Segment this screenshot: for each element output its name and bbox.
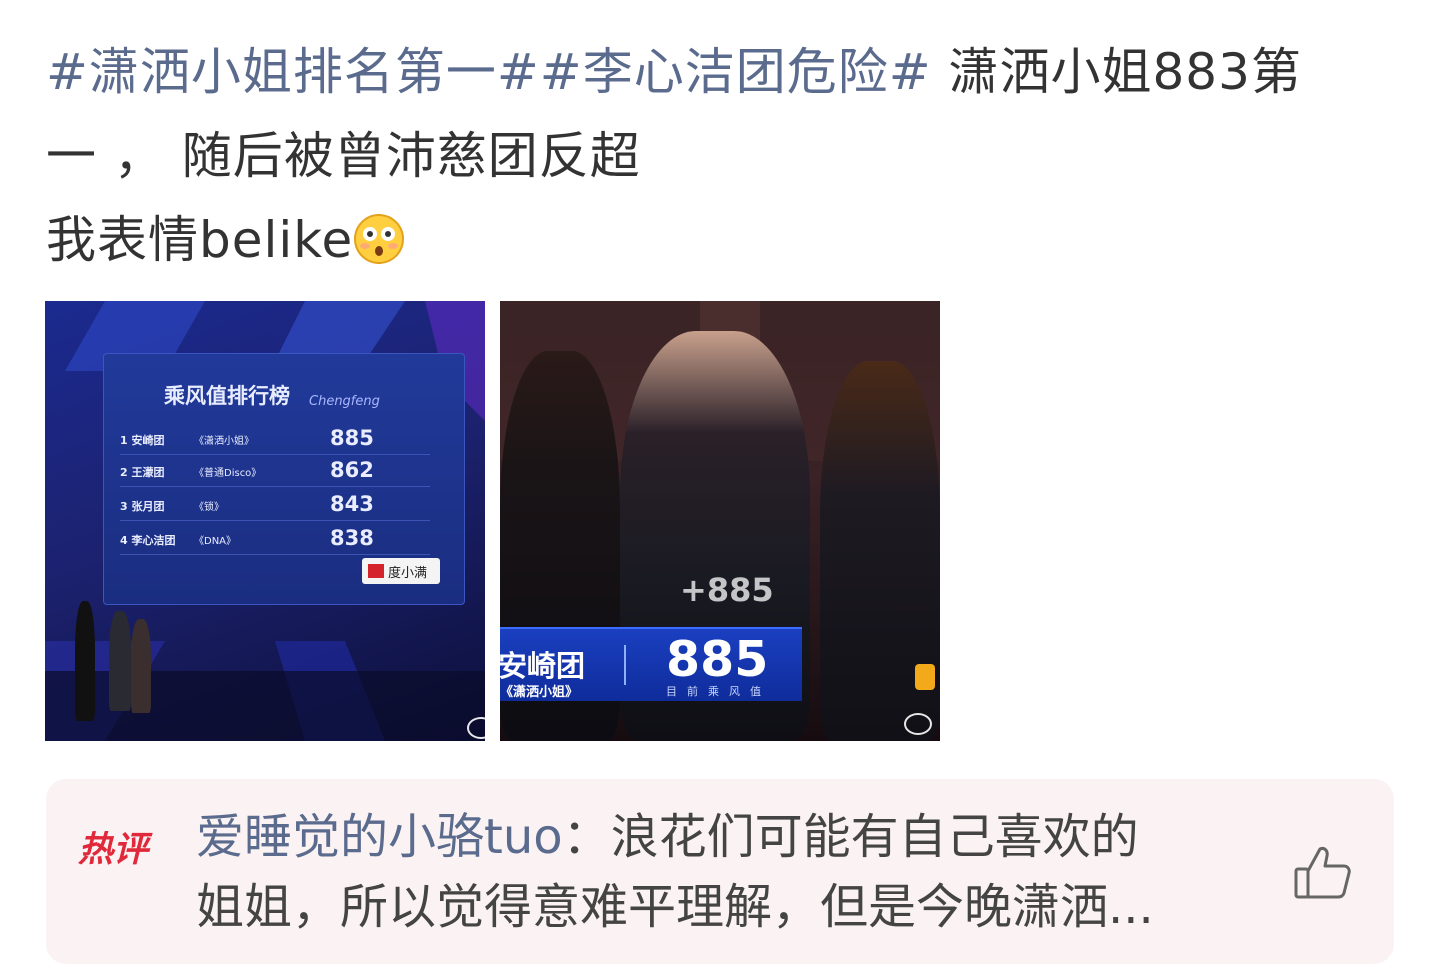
performer-silhouette <box>131 619 151 713</box>
post-image-stage[interactable]: +885 安崎团 《潇洒小姐》 885 目前乘风值 <box>500 301 940 741</box>
plus-score: +885 <box>680 571 774 609</box>
rank-song: 《潇洒小姐》 <box>194 436 254 447</box>
rank-song: 《DNA》 <box>194 536 237 547</box>
post-text: #潇洒小姐排名第一##李心洁团危险# 潇洒小姐883第 一 ， 随后被曾沛慈团反… <box>46 30 1406 282</box>
sponsor-name: 度小满 <box>388 566 428 581</box>
score-lower-third: 安崎团 《潇洒小姐》 885 目前乘风值 <box>500 627 802 701</box>
post-image-leaderboard[interactable]: 乘风值排行榜 Chengfeng 1 安崎团 《潇洒小姐》 885 2 王濛团 … <box>45 301 485 741</box>
rank-score: 843 <box>330 492 374 516</box>
rank-score: 885 <box>330 426 374 450</box>
topic-link[interactable]: #潇洒小姐排名第一# <box>46 43 540 101</box>
post-text-content: 一 ， 随后被曾沛慈团反超 <box>46 127 641 185</box>
rank-score: 838 <box>330 526 374 550</box>
broadcast-logo-icon <box>915 664 935 690</box>
comment-line: 爱睡觉的小骆tuo：浪花们可能有自己喜欢的 <box>196 807 1139 867</box>
sponsor-badge: 度小满 <box>362 558 440 584</box>
sponsor-logo-icon <box>368 564 384 578</box>
rank-song: 《普通Disco》 <box>194 468 262 479</box>
divider <box>624 645 626 685</box>
group-name: 安崎团 <box>500 649 586 683</box>
comment-text: 姐姐，所以觉得意难平理解，但是今晚潇洒... <box>196 879 1154 935</box>
flushed-face-emoji-icon <box>353 206 405 264</box>
hot-comment-label: 热评 <box>78 830 149 870</box>
board-title: 乘风值排行榜 <box>164 384 290 408</box>
rank-song: 《锁》 <box>194 502 224 513</box>
rank-group: 4 李心洁团 <box>120 534 176 547</box>
rank-row: 4 李心洁团 《DNA》 838 <box>120 524 430 555</box>
rank-row: 3 张月团 《锁》 843 <box>120 490 430 521</box>
rank-group: 2 王濛团 <box>120 466 165 479</box>
song-name: 《潇洒小姐》 <box>500 685 579 700</box>
post-text-content: 潇洒小姐883第 <box>931 43 1302 101</box>
rank-score: 862 <box>330 458 374 482</box>
rank-group: 3 张月团 <box>120 500 165 513</box>
performer-silhouette <box>75 601 95 721</box>
rank-row: 1 安崎团 《潇洒小姐》 885 <box>120 424 430 455</box>
comment-username[interactable]: 爱睡觉的小骆tuo <box>196 809 563 865</box>
comment-separator: ： <box>562 809 611 865</box>
rank-row: 2 王濛团 《普通Disco》 862 <box>120 456 430 487</box>
topic-link[interactable]: #李心洁团危险# <box>540 43 932 101</box>
hot-comment[interactable]: 热评 爱睡觉的小骆tuo：浪花们可能有自己喜欢的 姐姐，所以觉得意难平理解，但是… <box>46 779 1394 964</box>
score-value: 885 <box>666 631 769 688</box>
thumbs-up-icon[interactable] <box>1292 841 1354 903</box>
score-caption: 目前乘风值 <box>666 685 771 698</box>
weibo-watermark-icon <box>904 713 932 735</box>
comment-line: 姐姐，所以觉得意难平理解，但是今晚潇洒... <box>196 877 1154 937</box>
post-text-content: 我表情belike <box>46 211 354 269</box>
performer-silhouette <box>109 611 131 711</box>
leaderboard-screen: 乘风值排行榜 Chengfeng 1 安崎团 《潇洒小姐》 885 2 王濛团 … <box>103 353 465 605</box>
comment-text: 浪花们可能有自己喜欢的 <box>610 809 1139 865</box>
board-script: Chengfeng <box>309 394 380 409</box>
rank-group: 1 安崎团 <box>120 434 165 447</box>
